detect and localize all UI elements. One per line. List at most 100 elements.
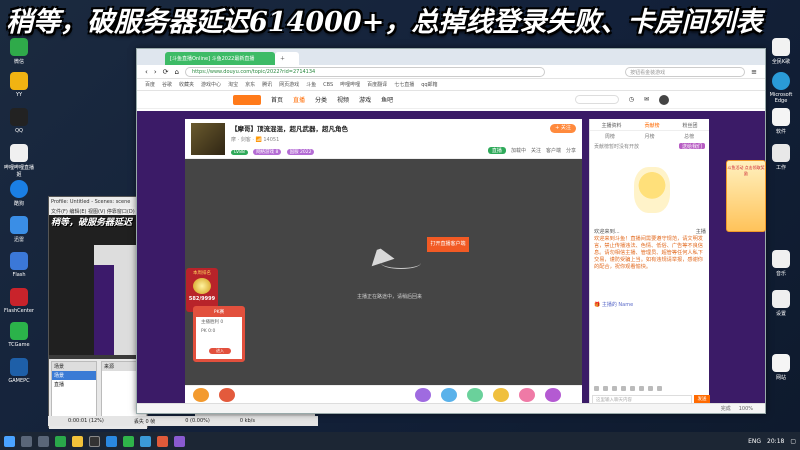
bookmark-item[interactable]: 哔哩哔哩 [340,81,360,88]
bookmark-item[interactable]: 游戏中心 [201,81,221,88]
tool-icon[interactable] [612,385,617,391]
user-avatar[interactable] [659,94,669,105]
back-icon[interactable]: ‹ [145,68,148,76]
message-icon[interactable]: ✉ [644,96,649,103]
desktop-icon-flash[interactable]: Flash [2,252,36,278]
bookmark-item[interactable]: 收藏夹 [179,81,194,88]
tool-icon[interactable] [630,385,635,391]
room-action[interactable]: 分享 [566,147,576,154]
desktop-icon-kugou[interactable]: 酷狗 [2,180,36,207]
desktop-icon-wechat[interactable]: 微信 [2,38,36,65]
desktop-icon-music[interactable]: 音乐 [764,250,798,277]
desktop-icon-qq[interactable]: QQ [2,108,36,134]
tool-icon[interactable] [648,385,653,391]
forward-icon[interactable]: › [154,68,157,76]
bookmark-item[interactable]: 京东 [245,81,255,88]
desktop-icon-site[interactable]: 网站 [764,354,798,381]
room-tag[interactable]: 网络游戏 8 [253,149,282,155]
site-nav-game[interactable]: 游戏 [359,95,371,104]
desktop-icon-gamepc[interactable]: GAMEPC [2,358,36,384]
browser-tab-active[interactable]: [斗鱼直播Online] 斗鱼2022最新直播 [165,52,275,65]
history-icon[interactable]: ◷ [629,96,634,103]
gift-icon[interactable] [441,388,457,402]
bookmark-item[interactable]: 百度翻译 [367,81,387,88]
tool-icon[interactable] [603,385,608,391]
obs-scene-item[interactable]: 直播 [52,380,96,389]
notification-icon[interactable]: ▢ [790,438,796,445]
side-ad[interactable]: 斗鱼活动 点击领取奖励 [726,160,766,232]
bookmark-item[interactable]: CBS [323,82,333,88]
bookmark-item[interactable]: 网页游戏 [279,81,299,88]
room-action[interactable]: 加载中 [511,147,526,154]
game-icon[interactable] [174,435,185,447]
desktop-icon-tcgame[interactable]: TCGame [2,322,36,348]
chat-tab[interactable]: 主播资料 [601,122,621,130]
tool-icon[interactable] [621,385,626,391]
bookmark-item[interactable]: 斗鱼 [306,81,316,88]
room-tag[interactable]: LV88 [231,150,248,155]
room-action[interactable]: 客户端 [546,147,561,154]
desktop-icon-flashcenter[interactable]: FlashCenter [2,288,36,314]
open-client-button[interactable]: 打开直播客户端 [427,237,469,252]
menu-icon[interactable]: ≡ [751,68,757,76]
browser-search-input[interactable]: 按钮看金装游戏 [625,66,746,77]
chat-sub-tab[interactable]: 总榜 [684,133,694,141]
pk-card[interactable]: PK赛 主播胜利 0 PK 0:0 进入 [193,306,245,362]
start-icon[interactable] [4,435,15,447]
desktop-icon-edge[interactable]: Microsoft Edge [764,72,798,104]
chat-tab[interactable]: 贡献榜 [644,122,659,130]
desktop-icon-kge[interactable]: 全民K歌 [764,38,798,65]
obs-icon[interactable] [89,435,100,447]
browser-tab-new[interactable]: ＋ [275,52,299,65]
chat-tab[interactable]: 粉丝团 [682,122,697,130]
pk-card-button[interactable]: 进入 [209,348,231,354]
site-nav-category[interactable]: 分类 [315,95,327,104]
room-tag[interactable]: 国服 2022 [286,149,315,155]
gift-icon[interactable] [467,388,483,402]
follow-button[interactable]: + 关注 [550,124,576,133]
zoom-level[interactable]: 100% [739,406,753,412]
bookmark-item[interactable]: 腾讯 [262,81,272,88]
bookmark-item[interactable]: 谷歌 [162,81,172,88]
obs-menu[interactable]: 文件(F) 编辑(E) 视图(V) 停靠窗口(D) [49,207,147,215]
site-nav-live[interactable]: 直播 [293,95,305,104]
gift-icon[interactable] [545,388,561,402]
douyu-logo[interactable] [233,94,261,105]
bookmark-item[interactable]: 七七直播 [394,81,414,88]
tool-icon[interactable] [639,385,644,391]
bookmark-item[interactable]: 淘宝 [228,81,238,88]
site-search-input[interactable] [574,95,619,104]
clock[interactable]: 20:18 [767,438,784,445]
room-action[interactable]: 关注 [531,147,541,154]
chat-sub-tab[interactable]: 周榜 [605,133,615,141]
desktop-icon-xunlei[interactable]: 迅雷 [2,216,36,243]
site-nav-yuba[interactable]: 鱼吧 [381,95,393,104]
desktop-icon-yy[interactable]: YY [2,72,36,98]
folder-icon[interactable] [72,435,83,447]
open-rank-button[interactable]: 送给我们 [678,143,705,150]
streamer-avatar[interactable] [191,123,225,155]
address-bar[interactable]: https://www.douyu.com/topic/2022?rid=271… [184,66,545,77]
live-button[interactable]: 直播 [487,147,506,154]
qq-icon[interactable] [106,435,117,447]
obs-scene-item[interactable]: 场景 [52,371,96,380]
gift-icon[interactable] [219,388,235,402]
music-icon[interactable] [157,435,168,447]
wechat-icon[interactable] [123,435,134,447]
chat-sub-tab[interactable]: 月榜 [644,133,654,141]
obs-window[interactable]: Profile: Untitled - Scenes: scene 文件(F) … [48,196,149,429]
browser-icon[interactable] [55,435,66,447]
desktop-icon-software[interactable]: 软件 [764,108,798,135]
gift-icon[interactable] [193,388,209,402]
language-indicator[interactable]: ENG [748,438,761,445]
edge-icon[interactable] [140,435,151,447]
refresh-icon[interactable]: ⟳ [163,68,169,76]
tool-icon[interactable] [657,385,662,391]
desktop-icon-work[interactable]: 工作 [764,144,798,171]
bookmark-item[interactable]: qq邮箱 [421,81,437,88]
bookmark-item[interactable]: 百度 [145,81,155,88]
gift-icon[interactable] [415,388,431,402]
emoji-icon[interactable] [594,385,599,391]
search-icon[interactable] [21,435,32,447]
home-icon[interactable]: ⌂ [175,68,179,76]
